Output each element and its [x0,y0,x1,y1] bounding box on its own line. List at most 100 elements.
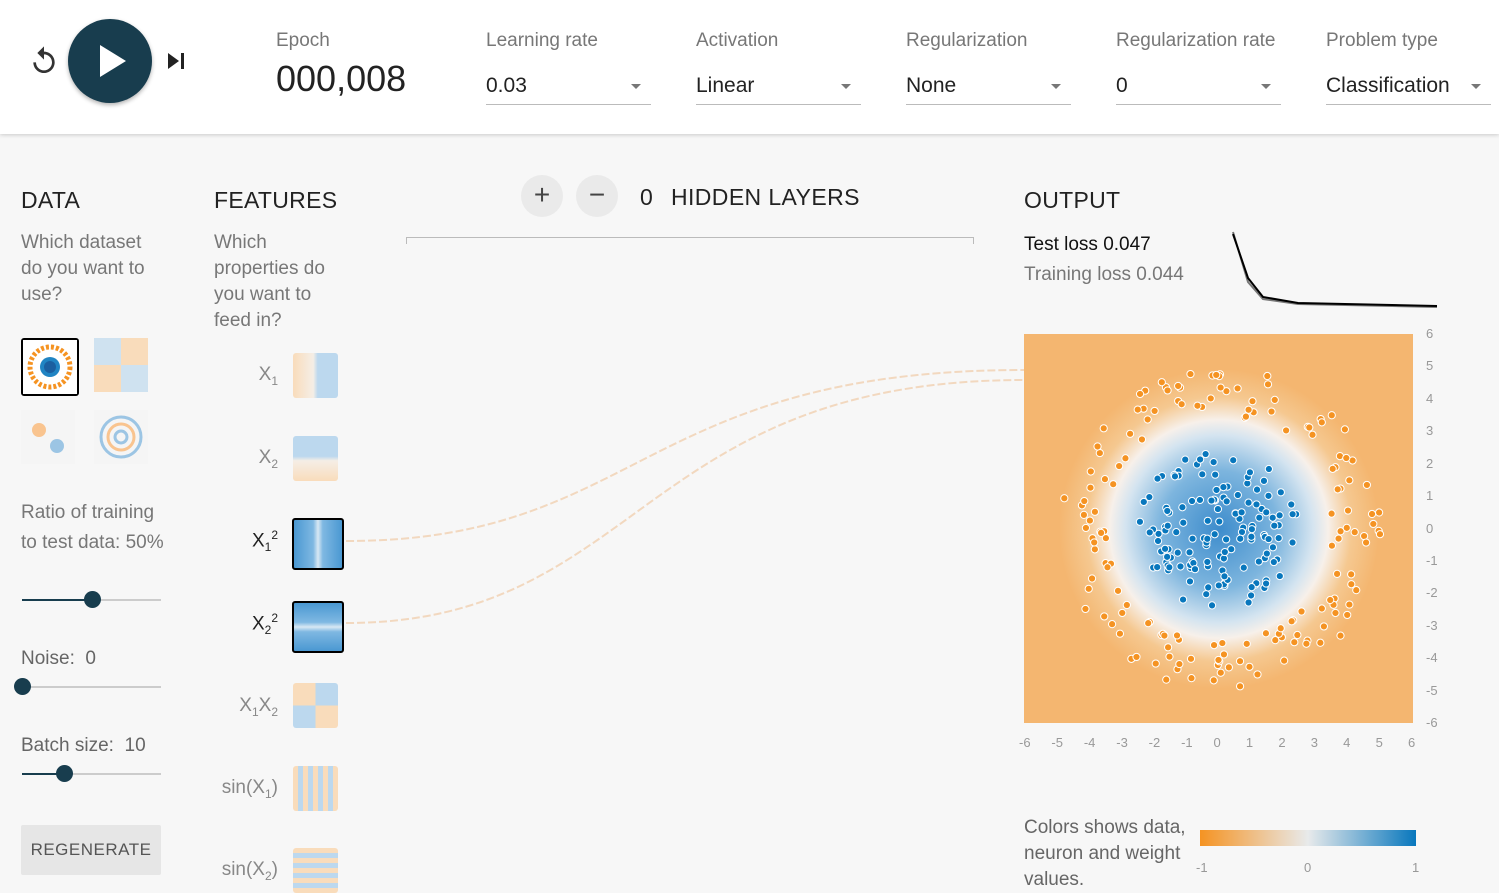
feature-x2-toggle[interactable] [293,436,338,481]
data-point-negative [1245,662,1254,671]
data-point-negative [1375,530,1385,539]
link-x2-squared-to-output[interactable] [345,379,1025,624]
feature-label-x1-squared: X12 [251,528,278,555]
data-point-negative [1187,674,1196,683]
test-loss-value: 0.047 [1103,234,1151,255]
problem-type-select[interactable]: Classification [1326,70,1491,105]
data-point-negative [1115,461,1124,471]
data-point-negative [1137,435,1147,444]
data-point-negative [1081,604,1090,614]
data-point-negative [1079,510,1089,519]
data-point-negative [1367,509,1377,519]
chevron-down-icon [841,84,851,89]
data-point-positive [1202,590,1211,599]
y-tick-label: -4 [1426,650,1438,666]
data-point-negative [1172,631,1182,640]
x-tick-label: 2 [1278,735,1286,750]
feature-sin-x1-toggle[interactable] [293,766,338,811]
chevron-down-icon [1261,84,1271,89]
x-tick-label: 0 [1213,735,1221,750]
data-point-positive [1210,530,1219,539]
data-point-negative [1347,580,1356,589]
data-point-negative [1135,389,1145,399]
data-point-positive [1215,517,1224,526]
regularization-select[interactable]: None [906,70,1071,105]
regularization-rate-label: Regularization rate [1116,30,1276,51]
feature-x1-toggle[interactable] [293,353,338,398]
data-point-negative [1343,506,1353,515]
noise-slider[interactable] [14,678,161,695]
data-point-negative [1100,475,1110,484]
x-tick-label: -3 [1116,735,1128,750]
features-question: Which properties do you want to feed in? [214,232,325,331]
link-x1-squared-to-output[interactable] [345,369,1025,542]
dataset-circle-thumbnail[interactable] [21,338,79,396]
feature-x2-squared-toggle[interactable] [292,601,344,653]
y-tick-label: -2 [1426,585,1438,601]
data-point-negative [1115,629,1125,638]
data-point-positive [1163,506,1172,516]
data-point-positive [1203,534,1212,543]
data-point-positive [1207,496,1216,505]
learning-rate-select[interactable]: 0.03 [486,70,651,105]
data-point-negative [1186,369,1195,379]
data-point-positive [1288,510,1297,519]
ratio-slider[interactable] [22,591,161,608]
data-point-negative [1342,453,1351,463]
x-tick-label: 3 [1310,735,1318,750]
play-icon [100,45,126,77]
data-point-positive [1233,490,1242,500]
dataset-xor-thumbnail[interactable] [94,338,148,392]
batch-size-slider-handle[interactable] [55,765,73,782]
data-point-positive [1237,508,1246,517]
data-point-negative [1267,407,1276,416]
activation-select[interactable]: Linear [696,70,861,105]
data-point-negative [1175,659,1184,669]
batch-size-value: 10 [124,735,146,756]
y-tick-label: -5 [1426,682,1438,698]
data-point-negative [1280,656,1289,665]
x-tick-label: -4 [1083,735,1096,750]
reset-button[interactable] [28,45,60,77]
dataset-spiral-thumbnail[interactable] [94,410,148,464]
ratio-slider-handle[interactable] [83,591,101,608]
feature-x1-squared-toggle[interactable] [292,518,344,570]
loss-curve-chart [1232,231,1438,308]
data-point-positive [1247,591,1256,600]
data-point-positive [1220,547,1229,557]
data-point-negative [1332,569,1342,578]
regenerate-button[interactable]: REGENERATE [21,825,161,875]
play-button[interactable] [68,19,152,103]
y-tick-label: 3 [1426,423,1434,439]
regularization-rate-select[interactable]: 0 [1116,70,1281,105]
data-point-negative [1340,425,1349,434]
data-point-negative [1090,538,1099,547]
data-point-negative [1235,682,1245,691]
dataset-gaussian-thumbnail[interactable] [21,410,75,464]
data-point-negative [1316,638,1325,647]
regularization-value: None [906,74,957,97]
batch-size-slider[interactable] [22,765,161,782]
data-point-positive [1165,563,1174,572]
step-button[interactable] [164,48,190,74]
data-point-negative [1122,600,1131,610]
data-point-negative [1163,643,1173,652]
remove-layer-button[interactable]: − [576,175,618,217]
data-point-negative [1224,663,1233,672]
feature-sin-x2-toggle[interactable] [293,848,338,893]
data-point-negative [1290,638,1299,647]
data-point-negative [1100,612,1109,621]
feature-label-sin-x1: sin(X1) [221,777,278,801]
data-point-negative [1336,631,1345,640]
data-point-negative [1350,528,1359,537]
data-point-negative [1263,380,1273,389]
data-point-negative [1212,370,1221,380]
regularization-label: Regularization [906,30,1028,51]
data-point-positive [1222,497,1231,506]
feature-x1x2-toggle[interactable] [293,683,338,728]
noise-slider-handle[interactable] [14,678,31,695]
add-layer-button[interactable]: + [521,175,563,217]
activation-label: Activation [696,30,779,51]
data-point-positive [1247,525,1256,534]
data-point-positive [1190,565,1200,574]
